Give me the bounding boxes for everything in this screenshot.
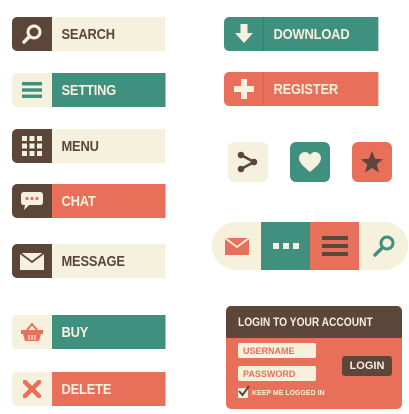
share-button[interactable] <box>228 142 268 182</box>
download-arrow-icon <box>224 17 264 51</box>
chat-button-label: CHAT <box>52 184 166 218</box>
login-header: LOGIN TO YOUR ACCOUNT <box>226 306 402 338</box>
pill-menu-button[interactable] <box>310 222 359 270</box>
message-button[interactable]: MESSAGE <box>12 244 184 278</box>
heart-button[interactable] <box>290 142 330 182</box>
star-button[interactable] <box>352 142 392 182</box>
buy-button[interactable]: BUY <box>12 315 184 349</box>
register-button[interactable]: REGISTER <box>224 72 397 106</box>
search-button-label: SEARCH <box>52 17 166 51</box>
register-button-label: REGISTER <box>264 72 379 106</box>
hamburger-icon <box>321 236 348 256</box>
password-placeholder: PASSWORD <box>243 368 296 379</box>
checkmark-icon <box>238 385 250 397</box>
star-icon <box>361 151 383 173</box>
keep-logged-in-checkbox[interactable] <box>238 385 250 398</box>
keep-logged-in-label: KEEP ME LOGGED IN <box>252 389 325 397</box>
plus-icon <box>224 72 264 106</box>
search-icon <box>12 17 52 51</box>
envelope-icon <box>224 237 249 255</box>
setting-button-label: SETTING <box>52 73 166 107</box>
search-icon <box>372 235 394 257</box>
message-button-label: MESSAGE <box>52 244 166 278</box>
pill-more-button[interactable] <box>261 222 310 270</box>
username-field[interactable]: USERNAME <box>238 343 316 358</box>
chat-bubble-icon <box>12 184 52 218</box>
buy-button-label: BUY <box>52 315 166 349</box>
username-placeholder: USERNAME <box>243 345 295 356</box>
login-panel: LOGIN TO YOUR ACCOUNT USERNAME PASSWORD … <box>226 306 402 409</box>
basket-icon <box>12 315 52 349</box>
chat-button[interactable]: CHAT <box>12 184 184 218</box>
menu-button-label: MENU <box>52 129 166 163</box>
hamburger-icon <box>12 73 52 107</box>
login-button[interactable]: LOGIN <box>342 356 392 376</box>
login-title: LOGIN TO YOUR ACCOUNT <box>238 315 373 329</box>
download-button[interactable]: DOWNLOAD <box>224 17 397 51</box>
download-button-label: DOWNLOAD <box>264 17 379 51</box>
password-field[interactable]: PASSWORD <box>238 366 316 381</box>
grid-icon <box>12 129 52 163</box>
pill-toolbar <box>212 222 408 270</box>
pill-search-button[interactable] <box>359 222 408 270</box>
search-button[interactable]: SEARCH <box>12 17 184 51</box>
heart-icon <box>299 152 321 172</box>
pill-message-button[interactable] <box>212 222 261 270</box>
keep-logged-in[interactable]: KEEP ME LOGGED IN <box>238 385 325 398</box>
ellipsis-icon <box>272 243 299 249</box>
menu-button[interactable]: MENU <box>12 129 184 163</box>
delete-button[interactable]: DELETE <box>12 372 184 406</box>
share-icon <box>237 151 258 173</box>
setting-button[interactable]: SETTING <box>12 73 184 107</box>
delete-button-label: DELETE <box>52 372 166 406</box>
close-icon <box>12 372 52 406</box>
envelope-icon <box>12 244 52 278</box>
